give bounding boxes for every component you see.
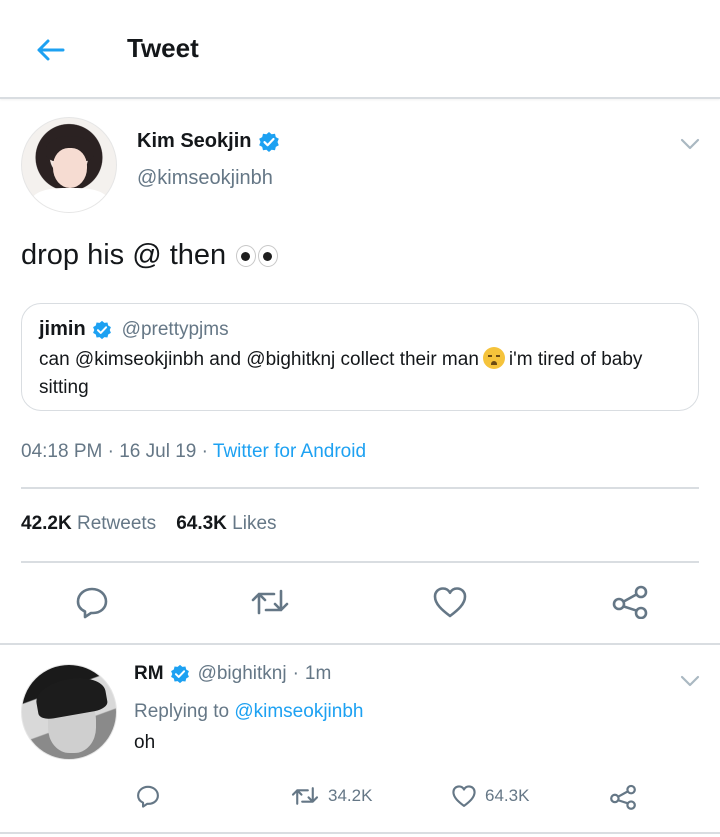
reply-icon <box>76 587 108 619</box>
reply-icon <box>137 785 159 808</box>
reply-age: 1m <box>304 663 332 684</box>
tweet-text: drop his @ then <box>21 239 279 272</box>
quote-author-name: jimin <box>39 318 86 340</box>
retweet-icon <box>251 589 289 615</box>
chevron-down-icon <box>680 675 700 687</box>
retweet-button[interactable] <box>248 582 292 622</box>
back-button[interactable] <box>30 30 70 70</box>
heart-icon <box>452 785 476 807</box>
quote-header: jimin @prettypjms <box>39 318 229 341</box>
author-name-row: Kim Seokjin <box>137 130 280 153</box>
reply-author-name[interactable]: RM <box>134 663 164 685</box>
quote-text-part-1: can @kimseokjinbh and @bighitknj collect… <box>39 349 479 370</box>
divider <box>21 487 699 489</box>
author-handle: @kimseokjinbh <box>137 167 273 189</box>
top-bar: Tweet <box>0 0 720 99</box>
author-avatar[interactable] <box>21 117 117 213</box>
chevron-down-icon <box>680 138 700 150</box>
reply-retweet-count: 34.2K <box>328 786 373 805</box>
replying-to-mention[interactable]: @kimseokjinbh <box>234 701 363 722</box>
reply-like-button[interactable]: 64.3K <box>451 784 529 808</box>
divider <box>21 561 699 563</box>
author-name[interactable]: Kim Seokjin <box>137 130 251 153</box>
reply-retweet-button[interactable]: 34.2K <box>290 784 372 808</box>
quoted-tweet[interactable]: jimin @prettypjms can @kimseokjinbh and … <box>21 303 699 411</box>
reply-menu-button[interactable] <box>680 674 700 692</box>
verified-icon <box>170 664 189 684</box>
retweets-stat[interactable]: 42.2K Retweets <box>21 513 156 535</box>
heart-icon <box>433 587 467 618</box>
retweets-count: 42.2K <box>21 513 72 534</box>
likes-stat[interactable]: 64.3K Likes <box>176 513 276 535</box>
reply-like-count: 64.3K <box>485 786 530 805</box>
like-button[interactable] <box>428 582 472 622</box>
tweet-menu-button[interactable] <box>680 137 700 155</box>
replying-to: Replying to @kimseokjinbh <box>134 701 363 723</box>
reply-share-button[interactable] <box>609 784 637 810</box>
sleepy-face-emoji-icon <box>482 347 505 369</box>
reply-button[interactable] <box>70 582 114 622</box>
tweet-body: drop his @ then <box>21 239 227 271</box>
likes-label: Likes <box>232 513 277 534</box>
back-arrow-icon <box>37 39 65 61</box>
likes-count: 64.3K <box>176 513 227 534</box>
quote-text: can @kimseokjinbh and @bighitknj collect… <box>39 346 679 402</box>
tweet-date: 16 Jul 19 <box>119 441 197 462</box>
retweets-label: Retweets <box>76 513 157 534</box>
replying-to-label: Replying to <box>134 701 230 722</box>
divider <box>0 643 720 645</box>
eyes-emoji-icon <box>236 244 279 267</box>
reply-author-handle: @bighitknj <box>197 663 287 684</box>
tweet-source-link[interactable]: Twitter for Android <box>213 441 366 462</box>
share-icon <box>612 585 648 619</box>
reply-text: oh <box>134 732 156 753</box>
reply-dot-separator: · <box>292 663 299 684</box>
tweet-timestamp: 04:18 PM · 16 Jul 19 · Twitter for Andro… <box>21 441 367 462</box>
reply-reply-button[interactable] <box>136 784 160 808</box>
verified-icon <box>259 131 280 152</box>
tweet-time: 04:18 PM <box>21 441 103 462</box>
reply-author-avatar[interactable] <box>21 664 117 760</box>
page-title: Tweet <box>127 33 199 63</box>
tweet-stats: 42.2K Retweets 64.3K Likes <box>21 513 277 535</box>
retweet-icon <box>291 787 319 805</box>
verified-icon <box>92 320 111 339</box>
share-icon <box>610 784 636 810</box>
quote-author-handle: @prettypjms <box>121 318 229 340</box>
reply-header: RM @bighitknj · 1m <box>134 663 331 685</box>
divider <box>0 832 720 834</box>
share-button[interactable] <box>608 582 652 622</box>
